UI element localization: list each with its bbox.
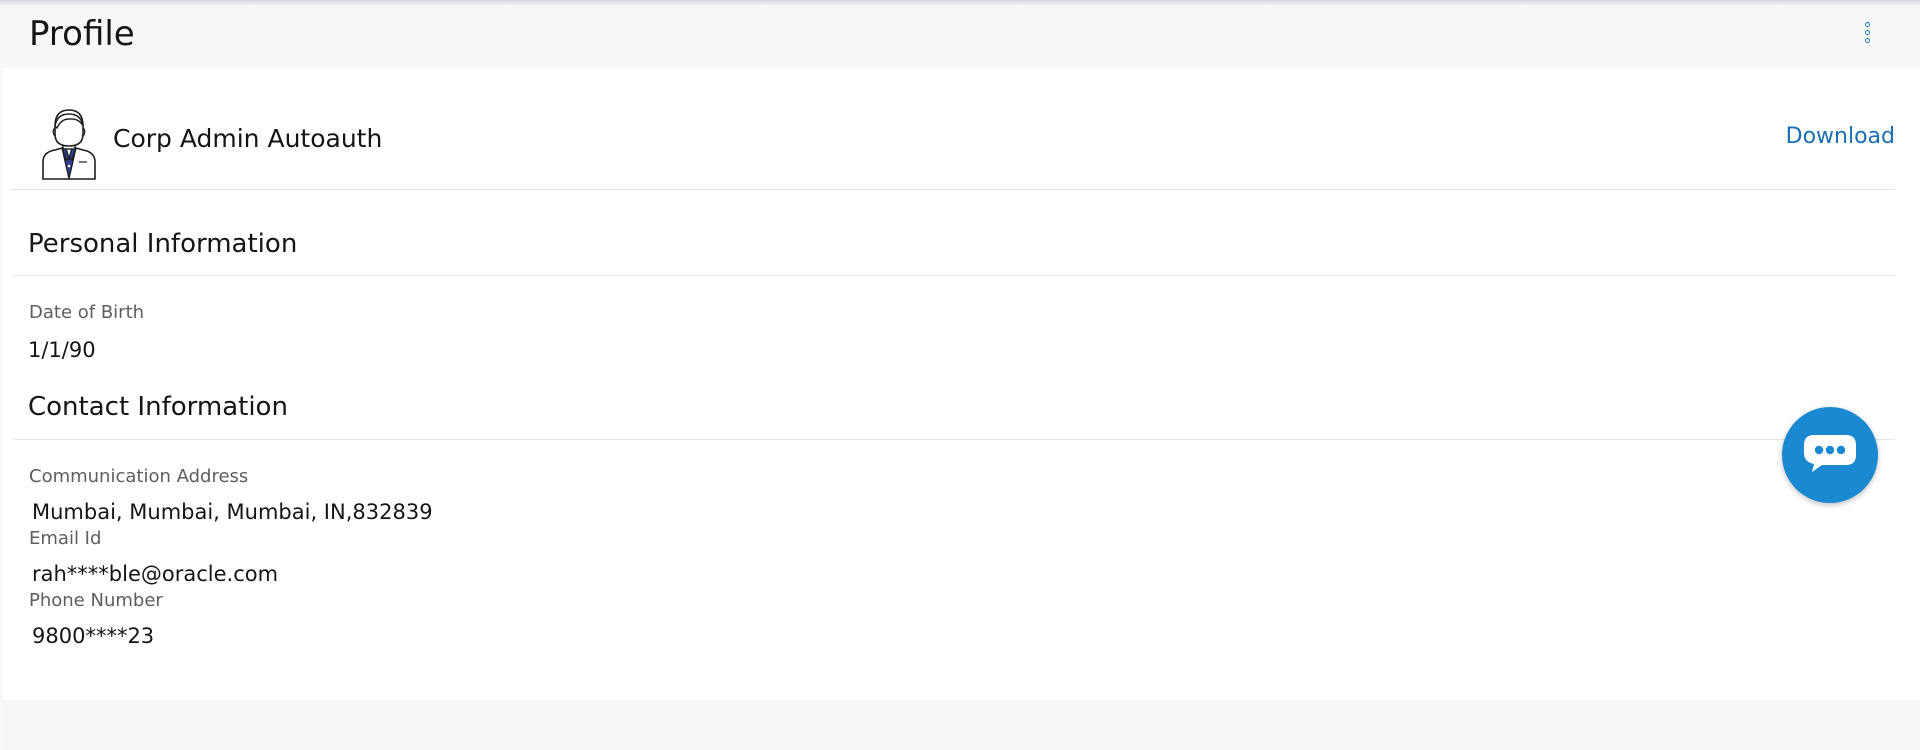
section-title-contact-information: Contact Information	[28, 392, 288, 422]
page-header: Profile	[0, 0, 1920, 68]
download-link[interactable]: Download	[1786, 124, 1895, 149]
more-vertical-icon[interactable]	[1856, 18, 1878, 46]
divider	[14, 275, 1895, 276]
email-id-label: Email Id	[29, 528, 102, 549]
date-of-birth-value: 1/1/90	[28, 338, 96, 362]
communication-address-value: Mumbai, Mumbai, Mumbai, IN,832839	[32, 500, 433, 524]
chat-bubble-icon	[1802, 433, 1858, 477]
section-title-personal-information: Personal Information	[28, 229, 298, 259]
footer-band	[3, 700, 1920, 750]
chat-button[interactable]	[1782, 407, 1878, 503]
phone-number-value: 9800****23	[32, 624, 155, 648]
header-shadow	[0, 0, 1920, 6]
email-id-value: rah****ble@oracle.com	[32, 562, 279, 586]
phone-number-label: Phone Number	[29, 590, 163, 611]
communication-address-label: Communication Address	[29, 466, 249, 487]
date-of-birth-label: Date of Birth	[29, 302, 145, 323]
user-name: Corp Admin Autoauth	[113, 124, 383, 153]
user-avatar-icon	[35, 104, 103, 180]
divider	[14, 439, 1895, 440]
page-title: Profile	[29, 14, 135, 54]
profile-summary: Corp Admin Autoauth Download	[11, 100, 1895, 190]
